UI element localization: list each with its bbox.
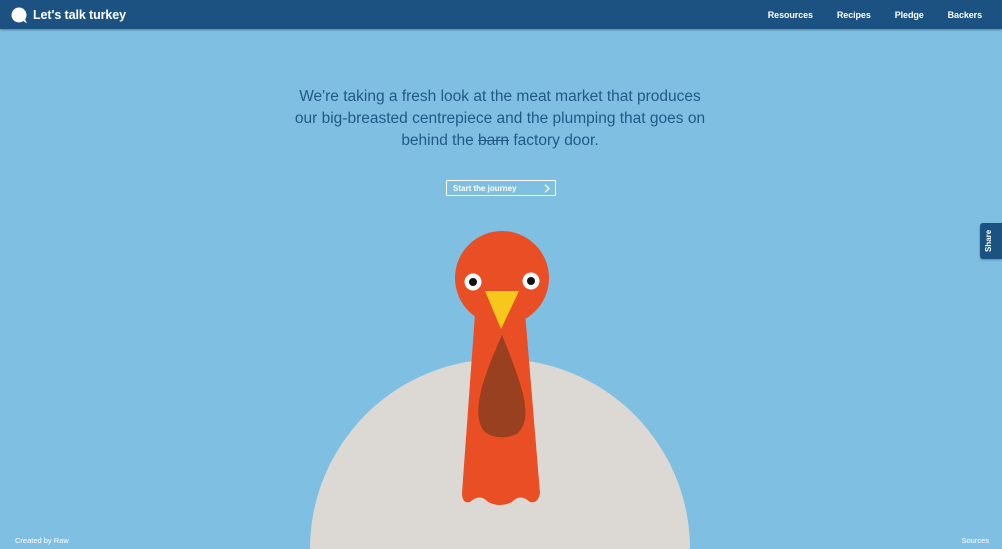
turkey-pupil-right xyxy=(527,277,535,285)
share-label: Share xyxy=(984,229,993,253)
created-by-link[interactable]: Created by Raw xyxy=(15,536,69,545)
intro-line-3: behind the barn factory door. xyxy=(250,130,750,152)
sources-link[interactable]: Sources xyxy=(961,536,989,545)
nav-resources[interactable]: Resources xyxy=(768,10,813,20)
share-tab[interactable]: Share xyxy=(980,223,1002,259)
intro-line-3-end: factory door. xyxy=(509,132,599,149)
turkey-illustration xyxy=(310,231,690,549)
turkey-pupil-left xyxy=(469,278,477,286)
start-journey-label: Start the journey xyxy=(453,184,517,193)
chevron-right-icon xyxy=(544,184,550,193)
brand-name: Let's talk turkey xyxy=(33,8,126,22)
speech-bubble-icon xyxy=(11,7,27,23)
intro-paragraph: We're taking a fresh look at the meat ma… xyxy=(250,86,750,152)
main-nav: Resources Recipes Pledge Backers xyxy=(744,0,982,29)
intro-line-3-start: behind the xyxy=(401,132,479,149)
nav-recipes[interactable]: Recipes xyxy=(837,10,871,20)
intro-line-2: our big-breasted centrepiece and the plu… xyxy=(294,110,706,127)
top-navigation-bar: Let's talk turkey Resources Recipes Pled… xyxy=(0,0,1002,29)
nav-pledge[interactable]: Pledge xyxy=(895,10,924,20)
struck-word: barn xyxy=(478,132,510,149)
intro-line-1: We're taking a fresh look at the meat ma… xyxy=(299,88,701,105)
start-journey-button[interactable]: Start the journey xyxy=(446,180,556,196)
brand-logo-link[interactable]: Let's talk turkey xyxy=(10,6,126,24)
nav-backers[interactable]: Backers xyxy=(948,10,982,20)
